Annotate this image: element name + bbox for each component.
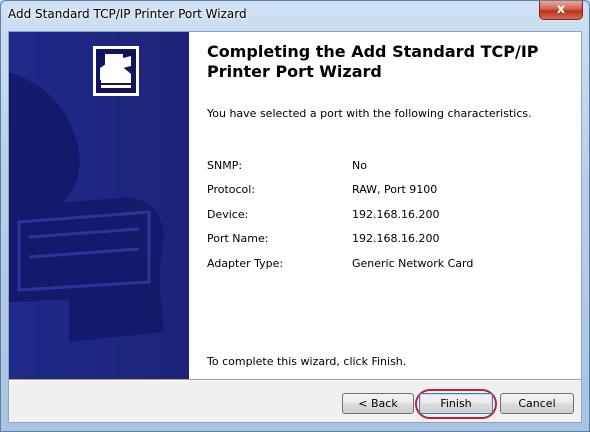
port-name-label: Port Name:: [207, 232, 269, 245]
finish-button[interactable]: Finish: [419, 393, 493, 414]
snmp-value: No: [352, 159, 367, 172]
button-separator: [9, 379, 581, 381]
close-icon: x: [556, 2, 566, 17]
title-bar[interactable]: Add Standard TCP/IP Printer Port Wizard …: [1, 1, 589, 31]
back-button[interactable]: < Back: [342, 393, 414, 414]
close-button[interactable]: x: [539, 1, 583, 20]
printer-icon: [93, 46, 139, 96]
characteristic-row-device: Device: 192.168.16.200: [207, 208, 567, 224]
wizard-content: Completing the Add Standard TCP/IP Print…: [189, 32, 581, 379]
device-value: 192.168.16.200: [352, 208, 440, 221]
adapter-type-value: Generic Network Card: [352, 257, 474, 270]
window-title: Add Standard TCP/IP Printer Port Wizard: [8, 7, 247, 21]
device-label: Device:: [207, 208, 249, 221]
wizard-client-area: Completing the Add Standard TCP/IP Print…: [8, 31, 582, 423]
wizard-banner: [9, 32, 189, 379]
port-name-value: 192.168.16.200: [352, 232, 440, 245]
protocol-label: Protocol:: [207, 183, 256, 196]
snmp-label: SNMP:: [207, 159, 243, 172]
wizard-heading: Completing the Add Standard TCP/IP Print…: [207, 42, 539, 81]
wizard-window: Add Standard TCP/IP Printer Port Wizard …: [0, 0, 590, 432]
characteristic-row-port-name: Port Name: 192.168.16.200: [207, 232, 567, 248]
cancel-button[interactable]: Cancel: [500, 393, 574, 414]
adapter-type-label: Adapter Type:: [207, 257, 284, 270]
characteristic-row-protocol: Protocol: RAW, Port 9100: [207, 183, 567, 199]
banner-artwork: [9, 46, 164, 342]
protocol-value: RAW, Port 9100: [352, 183, 438, 196]
intro-text: You have selected a port with the follow…: [207, 107, 532, 120]
completion-text: To complete this wizard, click Finish.: [207, 355, 407, 368]
characteristic-row-snmp: SNMP: No: [207, 159, 567, 175]
characteristic-row-adapter-type: Adapter Type: Generic Network Card: [207, 257, 567, 273]
